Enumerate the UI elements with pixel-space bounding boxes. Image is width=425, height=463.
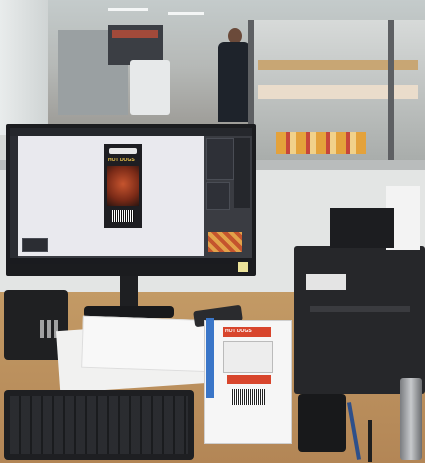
artwork-title: HOT DOGS: [108, 158, 135, 163]
proof-barcode: [231, 389, 265, 405]
packaging-artwork: HOT DOGS: [104, 144, 142, 228]
proof-body: [223, 341, 273, 373]
mug: [400, 378, 422, 460]
pen: [368, 420, 372, 462]
computer-monitor: HOT DOGS: [6, 124, 256, 276]
press-frame: [388, 20, 394, 160]
office-printer: [294, 246, 425, 394]
artwork-barcode: [112, 210, 134, 222]
printer-label: [306, 274, 346, 290]
worker-body: [218, 42, 250, 122]
panel-tabs: [234, 138, 250, 208]
smartphone: [298, 394, 346, 452]
packaging-stack: [130, 60, 170, 115]
photo-scene: HOT DOGS HOT DOGS: [0, 0, 425, 463]
press-roller: [258, 85, 418, 99]
printed-proof-sheet: HOT DOGS: [204, 320, 292, 444]
layers-panel: [206, 138, 234, 180]
artwork-food-image: [107, 166, 139, 206]
blue-folder: [206, 318, 214, 398]
sticky-note: [238, 262, 248, 272]
app-menu-bar: [10, 128, 252, 136]
rack-items: [112, 30, 158, 38]
swatches-panel: [206, 182, 230, 210]
printed-web: [276, 132, 366, 154]
desk-box: [330, 208, 394, 248]
window-pillar: [0, 0, 48, 135]
keyboard-keys: [10, 396, 188, 454]
monitor-screen: HOT DOGS: [10, 128, 252, 264]
proof-title: HOT DOGS: [225, 329, 252, 334]
info-panel: [22, 238, 48, 252]
press-roller: [258, 60, 418, 70]
ceiling-light: [168, 12, 204, 15]
proof-header: [227, 375, 271, 384]
os-taskbar: [10, 258, 252, 264]
preview-thumbnail: [208, 232, 242, 252]
app-toolbar: [10, 136, 18, 258]
printer-tray: [310, 306, 410, 312]
artwork-logo: [109, 148, 137, 154]
keyboard: [4, 390, 194, 460]
ceiling-light: [108, 8, 148, 11]
